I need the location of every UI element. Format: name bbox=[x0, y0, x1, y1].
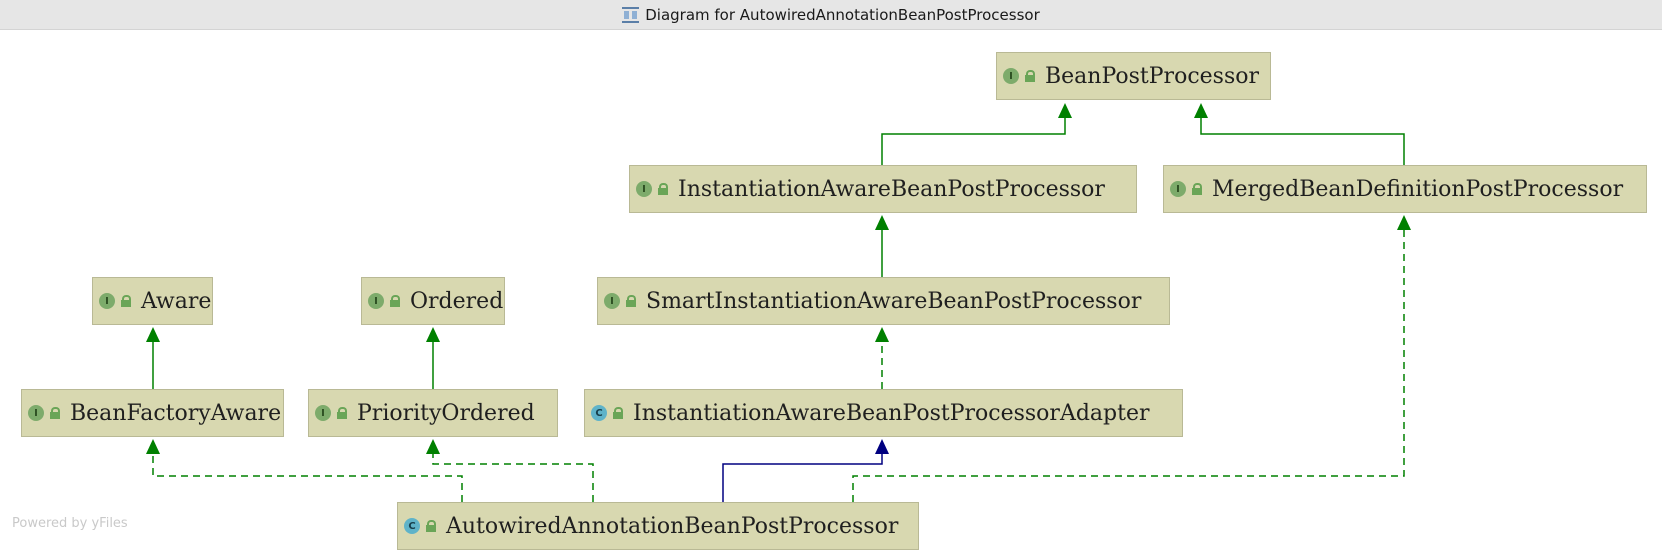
arrow-head bbox=[1194, 103, 1208, 118]
node-label: SmartInstantiationAwareBeanPostProcessor bbox=[646, 288, 1142, 314]
interface-icon: I bbox=[99, 293, 115, 309]
class-icon: C bbox=[591, 405, 607, 421]
node-autowired-annotation-bean-post-processor[interactable]: C AutowiredAnnotationBeanPostProcessor bbox=[397, 502, 919, 550]
node-aware[interactable]: I Aware bbox=[92, 277, 213, 325]
interface-icon: I bbox=[636, 181, 652, 197]
public-visibility-icon bbox=[121, 295, 131, 307]
interface-icon: I bbox=[28, 405, 44, 421]
interface-icon: I bbox=[1003, 68, 1019, 84]
node-label: BeanPostProcessor bbox=[1045, 63, 1260, 89]
node-smart-instantiation-aware-bean-post-processor[interactable]: I SmartInstantiationAwareBeanPostProcess… bbox=[597, 277, 1170, 325]
node-instantiation-aware-bean-post-processor-adapter[interactable]: C InstantiationAwareBeanPostProcessorAda… bbox=[584, 389, 1183, 437]
node-label: InstantiationAwareBeanPostProcessor bbox=[678, 176, 1105, 202]
interface-icon: I bbox=[315, 405, 331, 421]
edge-mbdpp-bpp bbox=[1200, 112, 1405, 165]
public-visibility-icon bbox=[1025, 70, 1035, 82]
public-visibility-icon bbox=[613, 407, 623, 419]
public-visibility-icon bbox=[1192, 183, 1202, 195]
public-visibility-icon bbox=[337, 407, 347, 419]
public-visibility-icon bbox=[390, 295, 400, 307]
arrow-head bbox=[146, 439, 160, 454]
node-label: AutowiredAnnotationBeanPostProcessor bbox=[446, 513, 899, 539]
node-bean-factory-aware[interactable]: I BeanFactoryAware bbox=[21, 389, 284, 437]
node-bean-post-processor[interactable]: I BeanPostProcessor bbox=[996, 52, 1271, 100]
node-label: Ordered bbox=[410, 288, 504, 314]
arrow-head bbox=[146, 327, 160, 342]
node-merged-bean-definition-post-processor[interactable]: I MergedBeanDefinitionPostProcessor bbox=[1163, 165, 1647, 213]
arrow-head bbox=[875, 439, 889, 454]
edge-aabpp-iabppa bbox=[722, 448, 883, 502]
edge-aabpp-mbdpp bbox=[852, 224, 1405, 502]
node-ordered[interactable]: I Ordered bbox=[361, 277, 505, 325]
public-visibility-icon bbox=[426, 520, 436, 532]
edge-aabpp-bfa bbox=[152, 448, 463, 502]
node-label: Aware bbox=[141, 288, 212, 314]
node-label: InstantiationAwareBeanPostProcessorAdapt… bbox=[633, 400, 1150, 426]
arrow-head bbox=[875, 215, 889, 230]
arrow-head bbox=[426, 439, 440, 454]
public-visibility-icon bbox=[658, 183, 668, 195]
arrow-head bbox=[875, 327, 889, 342]
arrow-head bbox=[1397, 215, 1411, 230]
node-label: PriorityOrdered bbox=[357, 400, 535, 426]
interface-icon: I bbox=[604, 293, 620, 309]
edge-iabpp-bpp bbox=[881, 112, 1066, 165]
node-priority-ordered[interactable]: I PriorityOrdered bbox=[308, 389, 558, 437]
node-label: MergedBeanDefinitionPostProcessor bbox=[1212, 176, 1624, 202]
edge-aabpp-po bbox=[432, 448, 594, 502]
interface-icon: I bbox=[368, 293, 384, 309]
node-instantiation-aware-bean-post-processor[interactable]: I InstantiationAwareBeanPostProcessor bbox=[629, 165, 1137, 213]
node-label: BeanFactoryAware bbox=[70, 400, 282, 426]
arrow-head bbox=[1058, 103, 1072, 118]
interface-icon: I bbox=[1170, 181, 1186, 197]
arrow-head bbox=[426, 327, 440, 342]
powered-by-footer: Powered by yFiles bbox=[12, 516, 128, 531]
public-visibility-icon bbox=[50, 407, 60, 419]
class-icon: C bbox=[404, 518, 420, 534]
public-visibility-icon bbox=[626, 295, 636, 307]
